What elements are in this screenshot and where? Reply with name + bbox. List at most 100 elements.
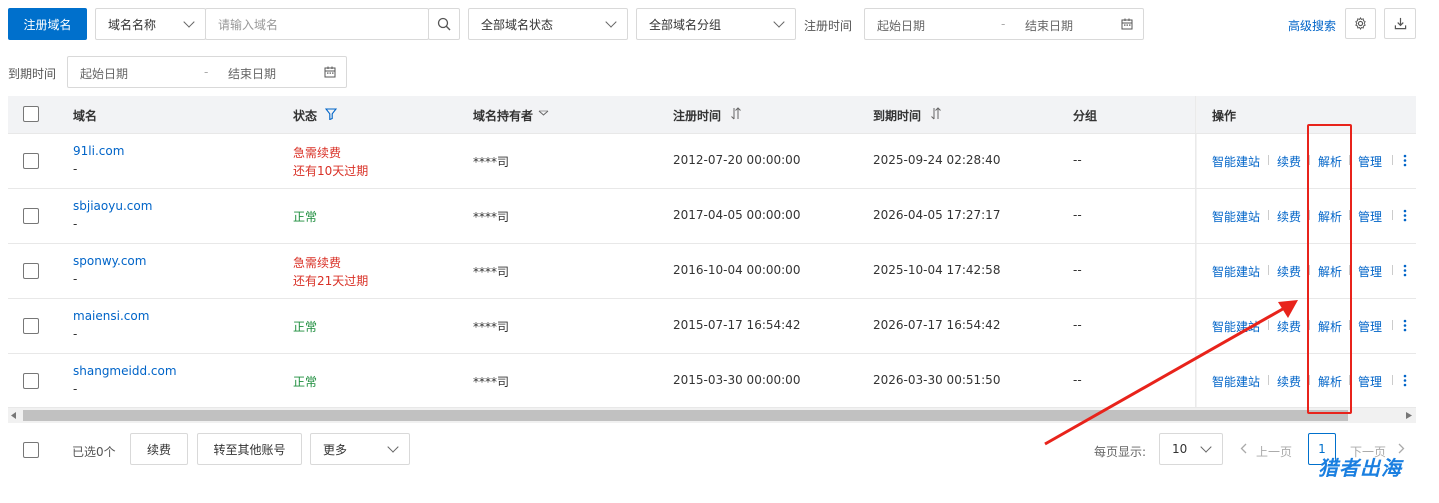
select-all-checkbox[interactable] (23, 106, 39, 122)
reg-date-dash: - (1001, 17, 1006, 31)
domain-sub: - (73, 327, 78, 341)
chevron-down-icon (387, 441, 399, 453)
group-select[interactable]: 全部域名分组 (636, 8, 796, 40)
reg-end-date[interactable]: 结束日期 (1025, 17, 1073, 34)
manage-link[interactable]: 管理 (1358, 373, 1382, 390)
more-actions-icon[interactable] (1403, 209, 1407, 222)
ops-separator (1392, 320, 1393, 330)
status-detail: 还有10天过期 (293, 164, 369, 178)
register-domain-button[interactable]: 注册域名 (8, 8, 87, 40)
holder-text: ****司 (473, 265, 510, 279)
ops-separator (1392, 210, 1393, 220)
batch-renew-label: 续费 (146, 442, 171, 457)
manage-link[interactable]: 管理 (1358, 153, 1382, 170)
group-text: -- (1073, 263, 1082, 277)
more-select[interactable]: 更多 (310, 433, 410, 465)
reg-start-date[interactable]: 起始日期 (877, 17, 925, 34)
row-checkbox[interactable] (23, 373, 39, 389)
reg-time-text: 2016-10-04 00:00:00 (673, 263, 801, 277)
renew-link[interactable]: 续费 (1277, 208, 1301, 225)
expire-time-text: 2025-09-24 02:28:40 (873, 153, 1001, 167)
expire-date-dash: - (204, 65, 209, 79)
reg-time-text: 2017-04-05 00:00:00 (673, 208, 801, 222)
smart-site-link[interactable]: 智能建站 (1212, 153, 1260, 170)
domain-link[interactable]: sponwy.com (73, 254, 146, 268)
search-input[interactable]: 请输入域名 (205, 8, 429, 40)
status-text: 急需续费 (293, 146, 342, 160)
more-actions-icon[interactable] (1403, 154, 1407, 167)
more-actions-icon[interactable] (1403, 264, 1407, 277)
chevron-down-icon (773, 16, 785, 28)
settings-button[interactable] (1345, 8, 1376, 39)
search-button[interactable] (428, 8, 460, 40)
ops-separator (1268, 265, 1269, 275)
footer-select-checkbox[interactable] (23, 442, 39, 458)
highlight-annotation-box (1307, 124, 1352, 414)
expire-time-label: 到期时间 (8, 67, 57, 81)
domain-sub: - (73, 162, 78, 176)
status-text: 正常 (293, 320, 318, 334)
row-checkbox[interactable] (23, 153, 39, 169)
smart-site-link[interactable]: 智能建站 (1212, 263, 1260, 280)
expire-time-text: 2026-07-17 16:54:42 (873, 318, 1001, 332)
header-status: 状态 (293, 109, 318, 123)
advanced-search-link[interactable]: 高级搜索 (1288, 17, 1336, 34)
sort-icon[interactable] (930, 107, 942, 120)
domain-link[interactable]: sbjiaoyu.com (73, 199, 152, 213)
scroll-left-icon[interactable] (11, 412, 17, 419)
domain-link[interactable]: maiensi.com (73, 309, 149, 323)
export-button[interactable] (1384, 8, 1416, 39)
scroll-right-icon[interactable] (1406, 412, 1412, 419)
expire-date-range[interactable]: 起始日期 - 结束日期 (67, 56, 347, 88)
smart-site-link[interactable]: 智能建站 (1212, 208, 1260, 225)
reg-time-text: 2015-07-17 16:54:42 (673, 318, 801, 332)
holder-text: ****司 (473, 210, 510, 224)
reg-time-text: 2015-03-30 00:00:00 (673, 373, 801, 387)
download-icon (1394, 17, 1406, 30)
status-detail: 还有21天过期 (293, 274, 369, 288)
renew-link[interactable]: 续费 (1277, 263, 1301, 280)
row-divider (8, 243, 1416, 244)
reg-date-range[interactable]: 起始日期 - 结束日期 (864, 8, 1144, 40)
manage-link[interactable]: 管理 (1358, 208, 1382, 225)
column-menu-icon[interactable] (538, 109, 549, 117)
group-text: -- (1073, 208, 1082, 222)
holder-text: ****司 (473, 155, 510, 169)
transfer-button[interactable]: 转至其他账号 (197, 433, 302, 465)
row-checkbox[interactable] (23, 263, 39, 279)
row-checkbox[interactable] (23, 318, 39, 334)
chevron-down-icon (183, 16, 195, 28)
header-holder: 域名持有者 (473, 109, 534, 123)
search-placeholder: 请输入域名 (218, 17, 279, 32)
status-text: 正常 (293, 375, 318, 389)
expire-end-date[interactable]: 结束日期 (228, 65, 276, 82)
expire-start-date[interactable]: 起始日期 (80, 65, 128, 82)
domain-link[interactable]: shangmeidd.com (73, 364, 177, 378)
holder-text: ****司 (473, 375, 510, 389)
status-text: 正常 (293, 210, 318, 224)
header-domain: 域名 (73, 109, 98, 123)
batch-renew-button[interactable]: 续费 (130, 433, 188, 465)
header-ops: 操作 (1212, 109, 1237, 123)
domain-sub: - (73, 272, 78, 286)
manage-link[interactable]: 管理 (1358, 263, 1382, 280)
filter-icon[interactable] (325, 108, 337, 120)
manage-link[interactable]: 管理 (1358, 318, 1382, 335)
register-domain-label: 注册域名 (23, 17, 72, 32)
renew-link[interactable]: 续费 (1277, 153, 1301, 170)
sort-icon[interactable] (730, 107, 742, 120)
row-checkbox[interactable] (23, 208, 39, 224)
more-actions-icon[interactable] (1403, 374, 1407, 387)
status-select[interactable]: 全部域名状态 (468, 8, 628, 40)
header-expire-time: 到期时间 (873, 109, 922, 123)
domain-link[interactable]: 91li.com (73, 144, 124, 158)
more-actions-icon[interactable] (1403, 319, 1407, 332)
search-icon (437, 17, 451, 31)
expire-time-text: 2026-03-30 00:51:50 (873, 373, 1001, 387)
status-select-label: 全部域名状态 (481, 17, 554, 32)
ops-separator (1392, 375, 1393, 385)
row-divider (8, 133, 1416, 134)
reg-time-label: 注册时间 (804, 19, 853, 33)
search-field-select[interactable]: 域名名称 (95, 8, 206, 40)
domain-sub: - (73, 382, 78, 396)
